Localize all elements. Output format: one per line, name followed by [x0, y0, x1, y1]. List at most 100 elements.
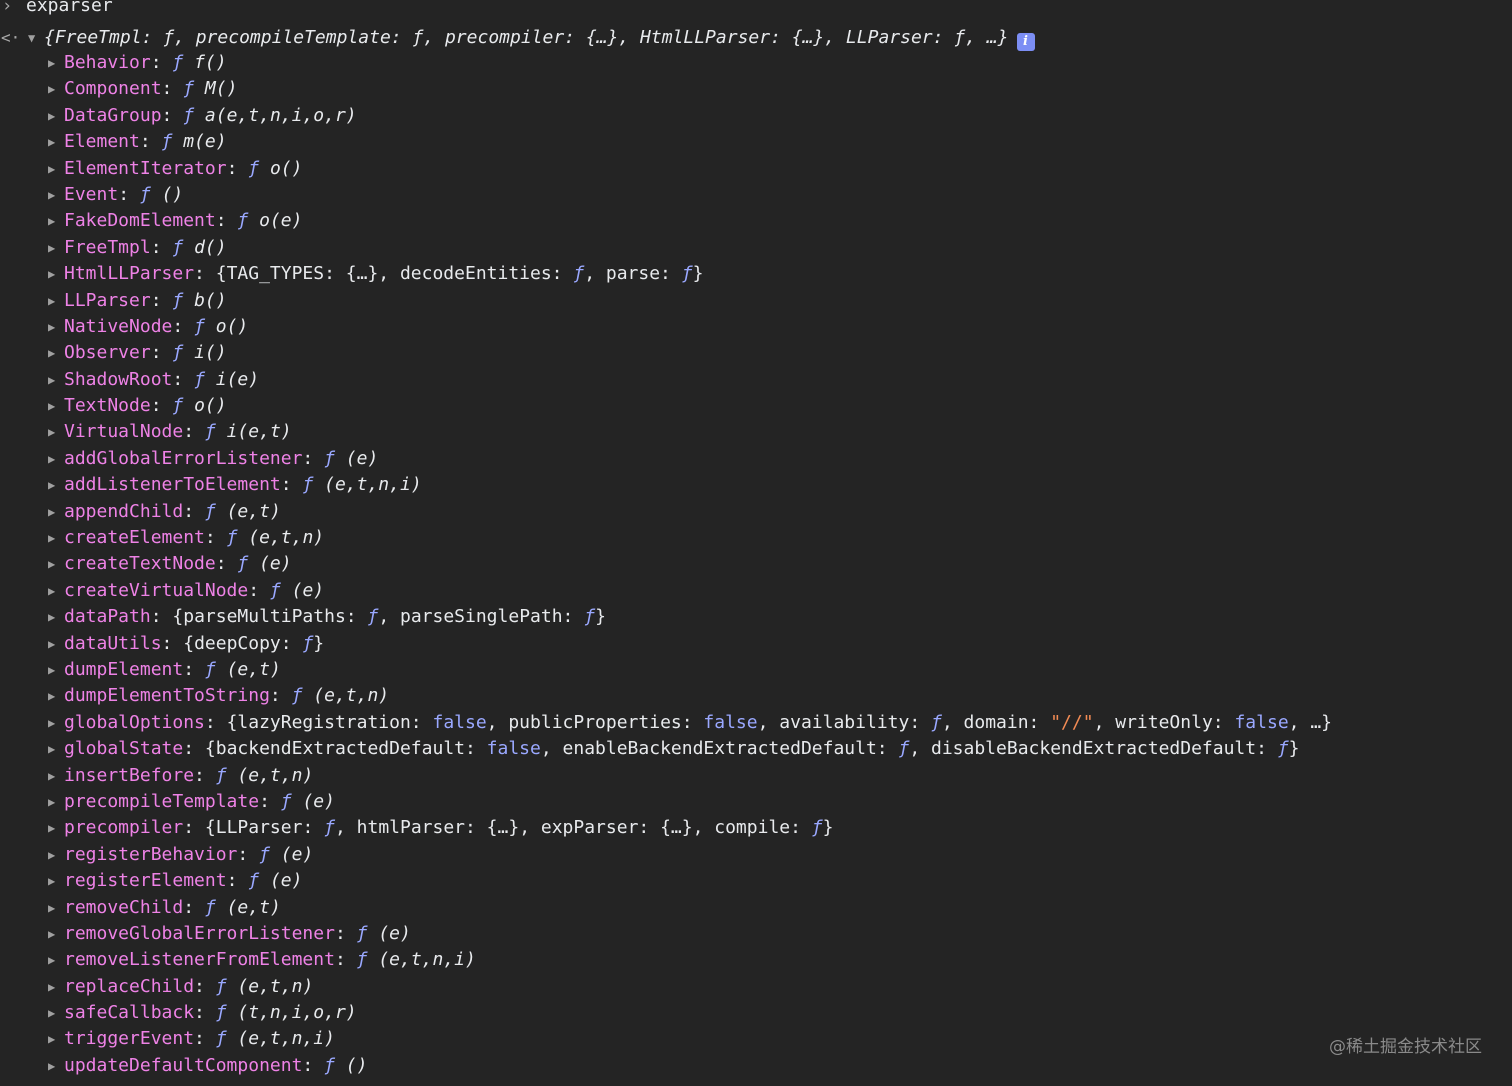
- property-row[interactable]: ▶ removeChild: ƒ (e,t): [0, 895, 1332, 921]
- expand-triangle-icon[interactable]: ▶: [48, 842, 55, 868]
- property-row[interactable]: ▶ createVirtualNode: ƒ (e): [0, 578, 1332, 604]
- expand-triangle-icon[interactable]: ▶: [48, 235, 55, 261]
- property-value: (e,t): [226, 896, 281, 918]
- expand-triangle-icon[interactable]: ▶: [48, 604, 55, 630]
- property-row[interactable]: ▶ replaceChild: ƒ (e,t,n): [0, 974, 1332, 1000]
- property-colon: :: [302, 1054, 325, 1076]
- expand-triangle-icon[interactable]: ▶: [48, 182, 55, 208]
- expand-triangle-icon[interactable]: ▶: [48, 288, 55, 314]
- expand-triangle-icon[interactable]: ▶: [48, 499, 55, 525]
- property-row[interactable]: ▶ Behavior: ƒ f(): [0, 50, 1332, 76]
- expand-triangle-icon[interactable]: ▶: [48, 156, 55, 182]
- expand-triangle-icon[interactable]: ▶: [48, 631, 55, 657]
- expand-triangle-icon[interactable]: ▶: [48, 103, 55, 129]
- property-value: (e): [291, 579, 325, 601]
- property-row[interactable]: ▶ NativeNode: ƒ o(): [0, 314, 1332, 340]
- object-summary[interactable]: {FreeTmpl: ƒ, precompileTemplate: ƒ, pre…: [44, 25, 1035, 51]
- property-row[interactable]: ▶ TextNode: ƒ o(): [0, 393, 1332, 419]
- function-marker-icon: ƒ: [194, 368, 216, 390]
- expand-triangle-icon[interactable]: ▶: [48, 974, 55, 1000]
- property-row[interactable]: ▶ VirtualNode: ƒ i(e,t): [0, 419, 1332, 445]
- property-row[interactable]: ▶ Component: ƒ M(): [0, 76, 1332, 102]
- property-row[interactable]: ▶ dumpElement: ƒ (e,t): [0, 657, 1332, 683]
- property-row[interactable]: ▶ precompileTemplate: ƒ (e): [0, 789, 1332, 815]
- expand-triangle-icon[interactable]: ▶: [48, 472, 55, 498]
- property-colon: :: [161, 104, 184, 126]
- property-row[interactable]: ▶ globalState: {backendExtractedDefault: …: [0, 736, 1332, 762]
- expand-triangle-icon[interactable]: ▶: [48, 657, 55, 683]
- property-value: i(e): [215, 368, 260, 390]
- property-row[interactable]: ▶ LLParser: ƒ b(): [0, 288, 1332, 314]
- expand-triangle-icon[interactable]: ▶: [48, 736, 55, 762]
- expand-triangle-icon[interactable]: ▶: [48, 261, 55, 287]
- property-row[interactable]: ▶ addListenerToElement: ƒ (e,t,n,i): [0, 472, 1332, 498]
- property-value: o(): [215, 315, 249, 337]
- expand-triangle-icon[interactable]: ▶: [48, 76, 55, 102]
- expand-triangle-icon[interactable]: ▶: [48, 789, 55, 815]
- property-row[interactable]: ▶ Element: ƒ m(e): [0, 129, 1332, 155]
- property-row[interactable]: ▶ addGlobalErrorListener: ƒ (e): [0, 446, 1332, 472]
- property-row[interactable]: ▶ createElement: ƒ (e,t,n): [0, 525, 1332, 551]
- property-row[interactable]: ▶ dumpElementToString: ƒ (e,t,n): [0, 683, 1332, 709]
- expand-triangle-icon[interactable]: ▶: [48, 1000, 55, 1026]
- expand-triangle-icon[interactable]: ▶: [48, 208, 55, 234]
- property-key: registerBehavior: [64, 843, 238, 865]
- function-marker-icon: ƒ: [172, 395, 195, 417]
- expand-triangle-icon[interactable]: ▶: [48, 763, 55, 789]
- expand-triangle-icon[interactable]: ▶: [48, 710, 55, 736]
- expand-triangle-icon[interactable]: ▶: [48, 868, 55, 894]
- property-row[interactable]: ▶ dataUtils: {deepCopy: ƒ}: [0, 631, 1332, 657]
- expand-triangle-icon[interactable]: ▶: [48, 683, 55, 709]
- property-row[interactable]: ▶ precompiler: {LLParser: ƒ, htmlParser: …: [0, 815, 1332, 841]
- expand-triangle-icon[interactable]: ▶: [48, 578, 55, 604]
- expand-triangle-icon[interactable]: ▶: [48, 129, 55, 155]
- property-colon: :: [194, 764, 216, 786]
- property-row[interactable]: ▶ triggerEvent: ƒ (e,t,n,i): [0, 1026, 1332, 1052]
- property-row[interactable]: ▶ dataPath: {parseMultiPaths: ƒ, parseSin…: [0, 604, 1332, 630]
- property-row[interactable]: ▶ HtmlLLParser: {TAG_TYPES: {…}, decodeEn…: [0, 261, 1332, 287]
- property-colon: :: [204, 527, 227, 549]
- expand-triangle-icon[interactable]: ▶: [48, 1053, 55, 1079]
- property-row[interactable]: ▶ registerElement: ƒ (e): [0, 868, 1332, 894]
- property-value: (e,t,n,i): [378, 949, 476, 971]
- expand-triangle-icon[interactable]: ▶: [48, 446, 55, 472]
- property-row[interactable]: ▶ createTextNode: ƒ (e): [0, 551, 1332, 577]
- expand-triangle-icon[interactable]: ▶: [48, 340, 55, 366]
- expand-triangle-icon[interactable]: ▶: [48, 551, 55, 577]
- property-row[interactable]: ▶ insertBefore: ƒ (e,t,n): [0, 763, 1332, 789]
- property-row[interactable]: ▶ FreeTmpl: ƒ d(): [0, 235, 1332, 261]
- expand-triangle-icon[interactable]: ▶: [48, 525, 55, 551]
- property-row[interactable]: ▶ removeGlobalErrorListener: ƒ (e): [0, 921, 1332, 947]
- function-marker-icon: ƒ: [161, 131, 184, 153]
- property-row[interactable]: ▶ ShadowRoot: ƒ i(e): [0, 367, 1332, 393]
- expand-triangle-icon[interactable]: ▶: [48, 367, 55, 393]
- property-row[interactable]: ▶ globalOptions: {lazyRegistration: false…: [0, 710, 1332, 736]
- expand-triangle-icon[interactable]: ▶: [48, 393, 55, 419]
- expand-triangle-icon[interactable]: ▶: [48, 921, 55, 947]
- property-row[interactable]: ▶ safeCallback: ƒ (t,n,i,o,r): [0, 1000, 1332, 1026]
- property-row[interactable]: ▶ removeListenerFromElement: ƒ (e,t,n,i): [0, 947, 1332, 973]
- property-row[interactable]: ▶ Observer: ƒ i(): [0, 340, 1332, 366]
- property-row[interactable]: ▶ FakeDomElement: ƒ o(e): [0, 208, 1332, 234]
- collapse-triangle-icon[interactable]: ▼: [28, 25, 35, 51]
- property-colon: :: [183, 896, 205, 918]
- property-row[interactable]: ▶ Event: ƒ (): [0, 182, 1332, 208]
- property-row[interactable]: ▶ appendChild: ƒ (e,t): [0, 499, 1332, 525]
- property-row[interactable]: ▶ registerBehavior: ƒ (e): [0, 842, 1332, 868]
- property-row[interactable]: ▶ DataGroup: ƒ a(e,t,n,i,o,r): [0, 103, 1332, 129]
- expand-triangle-icon[interactable]: ▶: [48, 314, 55, 340]
- property-value: (e,t): [226, 658, 281, 680]
- expand-triangle-icon[interactable]: ▶: [48, 1026, 55, 1052]
- property-value: {TAG_TYPES: {…}, decodeEntities: ƒ, pars…: [215, 263, 704, 285]
- info-icon[interactable]: i: [1016, 33, 1035, 51]
- property-row[interactable]: ▶ ElementIterator: ƒ o(): [0, 156, 1332, 182]
- expand-triangle-icon[interactable]: ▶: [48, 895, 55, 921]
- expand-triangle-icon[interactable]: ▶: [48, 947, 55, 973]
- expand-triangle-icon[interactable]: ▶: [48, 50, 55, 76]
- property-row[interactable]: ▶ updateDefaultComponent: ƒ (): [0, 1053, 1332, 1079]
- console-input-text[interactable]: exparser: [26, 0, 113, 19]
- property-key: VirtualNode: [64, 421, 184, 443]
- property-value: b(): [194, 289, 227, 311]
- expand-triangle-icon[interactable]: ▶: [48, 419, 55, 445]
- expand-triangle-icon[interactable]: ▶: [48, 815, 55, 841]
